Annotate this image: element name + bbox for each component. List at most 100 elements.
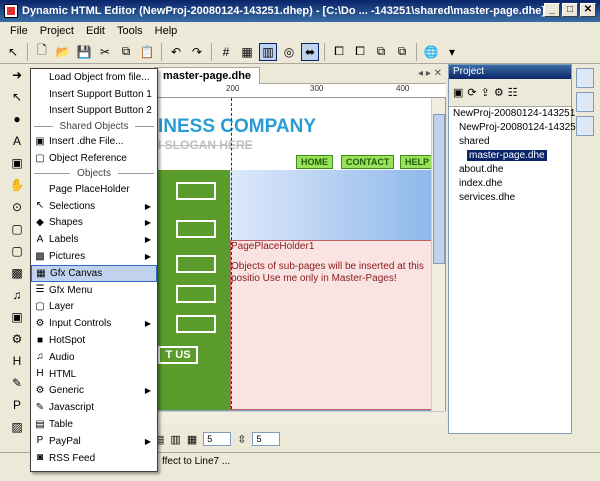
green-button[interactable] [176,182,216,200]
hand-icon[interactable]: ✋ [8,176,26,194]
input-icon[interactable]: ⚙ [8,330,26,348]
canvas-icon[interactable]: ▩ [8,264,26,282]
preview-icon[interactable]: ◎ [280,43,298,61]
project-settings-icon[interactable]: ⚙ [494,86,504,99]
cut-icon[interactable]: ✂ [96,43,114,61]
tree-item[interactable]: NewProj-20080124-143251 [453,107,575,121]
redo-icon[interactable]: ↷ [188,43,206,61]
green-label[interactable]: T US [158,346,198,364]
menu-layer[interactable]: ▢ Layer [31,299,157,316]
menu-selections[interactable]: ↖ Selections ▶ [31,198,157,215]
spacing-icon[interactable]: ⇳ [237,433,246,446]
copy-icon[interactable]: ⧉ [117,43,135,61]
globe-icon[interactable]: 🌐 [422,43,440,61]
tree-item[interactable]: services.dhe [453,191,571,205]
menu-audio[interactable]: ♫ Audio [31,349,157,366]
nav-contact[interactable]: CONTACT [341,155,395,169]
select-icon[interactable]: ↖ [8,88,26,106]
menu-edit[interactable]: Edit [86,25,105,37]
picture-icon[interactable]: ▣ [8,154,26,172]
menu-paypal[interactable]: P PayPal ▶ [31,433,157,450]
tab-master-page[interactable]: master-page.dhe [154,67,261,84]
menu-input-controls[interactable]: ⚙ Input Controls ▶ [31,315,157,332]
tree-item[interactable]: index.dhe [453,177,571,191]
green-sidebar-block[interactable]: T US [158,170,230,410]
layer2-icon[interactable]: ▢ [8,242,26,260]
menu-labels[interactable]: A Labels ▶ [31,231,157,248]
align-center-icon[interactable]: ▥ [170,433,180,446]
link-icon[interactable]: ⊙ [8,198,26,216]
side-panel-button[interactable] [576,116,594,136]
menu-shapes[interactable]: ◆ Shapes ▶ [31,215,157,232]
spinner-2[interactable]: 5 [252,432,281,446]
menu-object-reference[interactable]: ▢ Object Reference [31,150,157,167]
tab-nav[interactable]: ◂ ▸ ✕ [418,68,442,79]
menu-support-button-2[interactable]: Insert Support Button 2 [31,103,157,120]
paypal-icon[interactable]: P [8,396,26,414]
tree-item[interactable]: about.dhe [453,163,571,177]
align-icon[interactable]: ⬌ [301,42,319,61]
green-button[interactable] [176,315,216,333]
menu-support-button-1[interactable]: Insert Support Button 1 [31,86,157,103]
layer-icon[interactable]: ▢ [8,220,26,238]
rss-icon[interactable]: ▨ [8,418,26,436]
minimize-button[interactable]: _ [544,3,560,17]
save-icon[interactable]: 💾 [75,43,93,61]
menu-load-object[interactable]: Load Object from file... [31,69,157,86]
blue-header-image[interactable] [230,170,432,240]
script-icon[interactable]: ✎ [8,374,26,392]
tree-item[interactable]: NewProj-20080124-14325 [453,121,576,135]
green-button[interactable] [176,255,216,273]
grid-icon[interactable]: # [217,43,235,61]
grid-active-icon[interactable]: ▥ [259,42,277,61]
vertical-scrollbar[interactable] [431,98,445,411]
menu-project[interactable]: Project [40,25,74,37]
grid-snap-icon[interactable]: ▦ [238,43,256,61]
menu-file[interactable]: File [10,25,28,37]
nav-help[interactable]: HELP [400,155,435,169]
menu-table[interactable]: ▤ Table [31,416,157,433]
shapes-icon[interactable]: ● [8,110,26,128]
horizontal-scrollbar[interactable] [150,411,446,425]
html-icon[interactable]: H [8,352,26,370]
new-file-icon[interactable]: 🗋 [33,43,51,61]
open-folder-icon[interactable]: 📂 [54,43,72,61]
project-tree-icon[interactable]: ☷ [508,86,518,99]
green-button[interactable] [176,285,216,303]
ungroup-icon[interactable]: ⧉ [393,43,411,61]
bring-front-icon[interactable]: ⧠ [330,43,348,61]
undo-icon[interactable]: ↶ [167,43,185,61]
menu-rss-feed[interactable]: ◙ RSS Feed [31,450,157,467]
maximize-button[interactable]: □ [562,3,578,17]
dropdown-arrow-icon[interactable]: ▾ [443,43,461,61]
scroll-thumb[interactable] [433,114,445,264]
project-refresh-icon[interactable]: ⟳ [467,86,476,99]
menu-help[interactable]: Help [155,25,178,37]
spinner-1[interactable]: 5 [203,432,232,446]
menu-hotspot[interactable]: ■ HotSpot [31,332,157,349]
align-right-icon[interactable]: ▦ [187,433,197,446]
send-back-icon[interactable]: ⧠ [351,43,369,61]
project-export-icon[interactable]: ⇪ [481,86,490,99]
menu-html[interactable]: H HTML [31,366,157,383]
side-panel-button[interactable] [576,92,594,112]
tree-item[interactable]: shared [453,135,571,149]
menu-javascript[interactable]: ✎ Javascript [31,399,157,416]
insert-arrow-icon[interactable]: ➜ [8,66,26,84]
tree-item-selected[interactable]: master-page.dhe [467,150,547,161]
audio-icon[interactable]: ♫ [8,286,26,304]
menu-pictures[interactable]: ▩ Pictures ▶ [31,248,157,265]
project-add-icon[interactable]: ▣ [453,86,463,99]
green-button[interactable] [176,220,216,238]
close-button[interactable]: ✕ [580,3,596,17]
company-heading[interactable]: INESS COMPANY [158,116,316,138]
menu-insert-dhe[interactable]: ▣ Insert .dhe File... [31,133,157,150]
menu-tools[interactable]: Tools [117,25,143,37]
hotspot-icon[interactable]: ▣ [8,308,26,326]
pointer-icon[interactable]: ↖ [4,43,22,61]
side-panel-button[interactable] [576,68,594,88]
label-icon[interactable]: A [8,132,26,150]
menu-gfx-menu[interactable]: ☰ Gfx Menu [31,282,157,299]
group-icon[interactable]: ⧉ [372,43,390,61]
paste-icon[interactable]: 📋 [138,43,156,61]
